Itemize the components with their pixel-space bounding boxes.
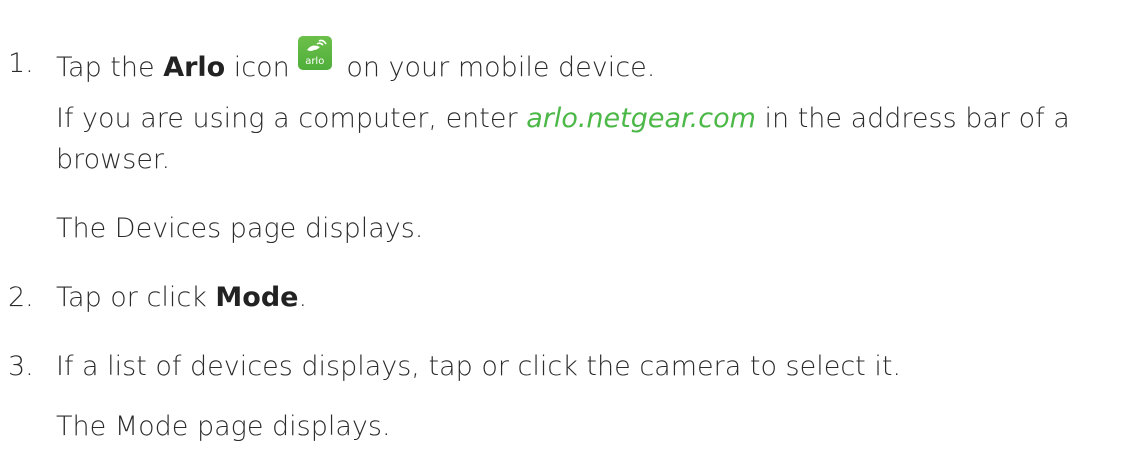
step-1-note-line2: browser. <box>56 144 171 175</box>
step-1-note: If you are using a computer, enter arlo.… <box>56 101 1070 137</box>
step-text: Tap the <box>56 52 164 83</box>
arlo-url-link[interactable]: arlo.netgear.com <box>526 103 756 134</box>
arlo-app-icon: arlo <box>297 36 332 70</box>
step-1-text: Tap the Arlo icon arlo on your mobile dev… <box>56 36 656 86</box>
step-3-result: The Mode page displays. <box>56 411 391 442</box>
mode-label: Mode <box>215 282 299 313</box>
note-text: in the address bar of a <box>755 103 1070 134</box>
app-name: Arlo <box>163 52 226 83</box>
step-number: 1. <box>8 48 34 79</box>
step-number: 2. <box>8 282 34 313</box>
step-1-result: The Devices page displays. <box>56 213 424 244</box>
step-number: 3. <box>8 351 34 382</box>
step-text: on your mobile device. <box>337 52 656 83</box>
step-2-text: Tap or click Mode. <box>56 280 307 316</box>
step-text: Tap or click <box>56 282 216 313</box>
step-text: icon <box>225 52 290 83</box>
step-3-text: If a list of devices displays, tap or cl… <box>56 351 902 382</box>
note-text: If you are using a computer, enter <box>56 103 527 134</box>
step-text: . <box>298 282 308 313</box>
icon-label: arlo <box>305 56 325 67</box>
